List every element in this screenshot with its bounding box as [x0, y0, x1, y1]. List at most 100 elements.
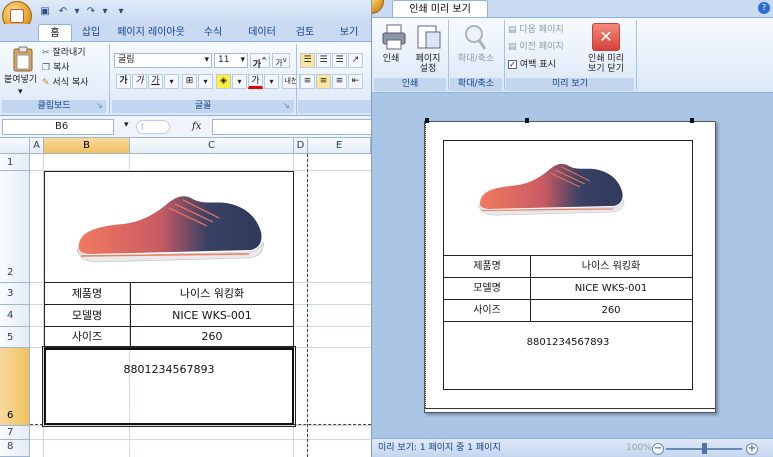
close-preview-icon[interactable]: ✕ [592, 23, 620, 51]
column-header[interactable]: C [130, 138, 294, 154]
name-box[interactable]: B6 [2, 119, 114, 135]
align-bottom-icon[interactable]: ☰ [332, 53, 347, 68]
align-right-icon[interactable]: ≡ [332, 74, 347, 89]
font-color-button[interactable]: 가 [248, 74, 263, 89]
font-size-select[interactable]: 11 ▾ [214, 53, 248, 68]
copy-button[interactable]: ❐ 복사 [42, 62, 70, 75]
tab-print-preview[interactable]: 인쇄 미리 보기 [392, 0, 488, 17]
margin-handle[interactable] [690, 118, 694, 123]
orientation-icon[interactable]: ↗ [348, 53, 363, 68]
office-button[interactable] [372, 0, 384, 14]
formula-input[interactable] [212, 119, 371, 135]
zoom-out-icon[interactable]: − [652, 443, 664, 455]
tab-page-layout[interactable]: 페이지 레이아웃 [112, 24, 190, 41]
fill-color-icon[interactable]: ◈ [216, 74, 231, 89]
align-top-icon[interactable]: ☰ [300, 53, 315, 68]
border-dropdown-icon[interactable]: ▾ [198, 74, 213, 89]
cell-c4[interactable]: NICE WKS-001 [130, 305, 294, 326]
grow-font-icon[interactable]: 가^ [250, 53, 270, 70]
zoom-button[interactable]: 확대/축소 [450, 54, 502, 64]
cell-b5[interactable]: 사이즈 [44, 327, 130, 347]
redo-dropdown-icon[interactable]: ▾ [98, 5, 112, 19]
column-header[interactable]: D [294, 138, 308, 154]
next-page-button[interactable]: ▤ 다음 페이지 [508, 24, 564, 37]
tab-insert[interactable]: 삽입 [76, 24, 106, 41]
prev-page-button[interactable]: ▤ 이전 페이지 [508, 41, 564, 54]
tab-data[interactable]: 데이터 [240, 24, 284, 41]
fill-dropdown-icon[interactable]: ▾ [232, 74, 247, 89]
row-header[interactable]: 5 [0, 327, 30, 348]
row-header[interactable]: 1 [0, 154, 30, 171]
align-center-icon[interactable]: ≡ [316, 74, 331, 89]
undo-icon[interactable]: ↶ [56, 5, 70, 19]
select-all-corner[interactable] [0, 138, 30, 154]
zoom-slider-thumb[interactable] [702, 443, 707, 454]
italic-button[interactable]: 가 [132, 74, 147, 89]
font-launcher-icon[interactable]: ↘ [283, 101, 290, 110]
cell-b4[interactable]: 모델명 [44, 305, 130, 326]
row-header[interactable]: 2 [0, 171, 30, 283]
row-header[interactable]: 6 [0, 348, 30, 426]
decrease-indent-icon[interactable]: ⇤ [348, 74, 363, 89]
row-header[interactable]: 7 [0, 426, 30, 440]
page-setup-icon[interactable] [414, 23, 444, 53]
next-page-icon: ▤ [508, 25, 517, 35]
print-button[interactable]: 인쇄 [376, 54, 406, 64]
close-preview-button[interactable]: 인쇄 미리 보기 닫기 [578, 54, 634, 74]
copy-icon: ❐ [42, 63, 51, 73]
row-header[interactable]: 4 [0, 305, 30, 327]
help-icon[interactable]: ? [758, 2, 770, 14]
preview-tabs: 인쇄 미리 보기 ? [372, 0, 773, 17]
tab-home[interactable]: 홈 [38, 24, 72, 41]
row-header[interactable]: 8 [0, 440, 30, 457]
cell-b6[interactable]: 8801234567893 [44, 362, 294, 378]
format-painter-button[interactable]: ✎ 서식 복사 [42, 77, 88, 90]
fx-icon[interactable]: fx [192, 119, 210, 135]
product-image-cell [44, 171, 294, 283]
redo-icon[interactable]: ↷ [84, 5, 98, 19]
show-margins-toggle[interactable]: ✓ 여백 표시 [508, 59, 556, 72]
font-name-select[interactable]: 굴림 ▾ [114, 53, 212, 68]
undo-dropdown-icon[interactable]: ▾ [70, 5, 84, 19]
bold-button[interactable]: 가 [116, 74, 131, 89]
border-icon[interactable]: ⊞ [182, 74, 197, 89]
name-box-dropdown-icon[interactable]: ▾ [124, 120, 129, 130]
page-label-size: 사이즈 [473, 305, 501, 316]
preview-area[interactable]: 제품명 나이스 워킹화 모델명 NICE WKS-001 사이즈 260 880… [372, 94, 773, 438]
underline-dropdown-icon[interactable]: ▾ [164, 74, 179, 89]
cell-c5[interactable]: 260 [130, 327, 294, 347]
align-left-icon[interactable]: ≡ [300, 74, 315, 89]
underline-button[interactable]: 가 [148, 74, 163, 89]
cell-b3[interactable]: 제품명 [44, 283, 130, 304]
font-color-dropdown-icon[interactable]: ▾ [264, 74, 279, 89]
cell-c3[interactable]: 나이스 워킹화 [130, 283, 294, 304]
scissors-icon: ✂ [42, 48, 50, 58]
phonetic-button[interactable]: 내천 [282, 74, 300, 89]
print-preview-window: 인쇄 미리 보기 ? 인쇄 페이지 설정 인쇄 확대/축소 확대/축소 ▤ 다음 … [371, 0, 773, 457]
save-icon[interactable]: ▣ [38, 5, 52, 19]
magnifier-icon[interactable] [462, 23, 488, 53]
column-header[interactable]: E [308, 138, 371, 154]
tab-formulas[interactable]: 수식 [198, 24, 228, 41]
margin-handle[interactable] [525, 118, 529, 123]
formula-cancel-icon[interactable]: ( [136, 120, 170, 134]
page-setup-button[interactable]: 페이지 설정 [412, 54, 444, 74]
paste-icon[interactable] [8, 46, 38, 74]
column-header[interactable]: B [44, 138, 130, 154]
tab-view[interactable]: 보기 [334, 24, 364, 41]
zoom-in-icon[interactable]: + [746, 443, 758, 455]
column-header[interactable]: A [30, 138, 44, 154]
printer-icon[interactable] [380, 23, 410, 53]
align-middle-icon[interactable]: ☰ [316, 53, 331, 68]
paste-dropdown-icon[interactable]: ▾ [18, 86, 23, 99]
row-header[interactable]: 3 [0, 283, 30, 305]
clipboard-launcher-icon[interactable]: ↘ [96, 101, 103, 110]
tab-review[interactable]: 검토 [290, 24, 320, 41]
customize-qat-icon[interactable]: ▾ [114, 5, 128, 19]
group-clipboard-label: 클립보드 [2, 100, 106, 113]
shrink-font-icon[interactable]: 가v [272, 53, 290, 68]
cut-button[interactable]: ✂ 잘라내기 [42, 47, 86, 60]
page-value-model: NICE WKS-001 [574, 283, 648, 294]
group-separator [636, 20, 637, 90]
cell-b6-selected[interactable] [42, 346, 296, 427]
